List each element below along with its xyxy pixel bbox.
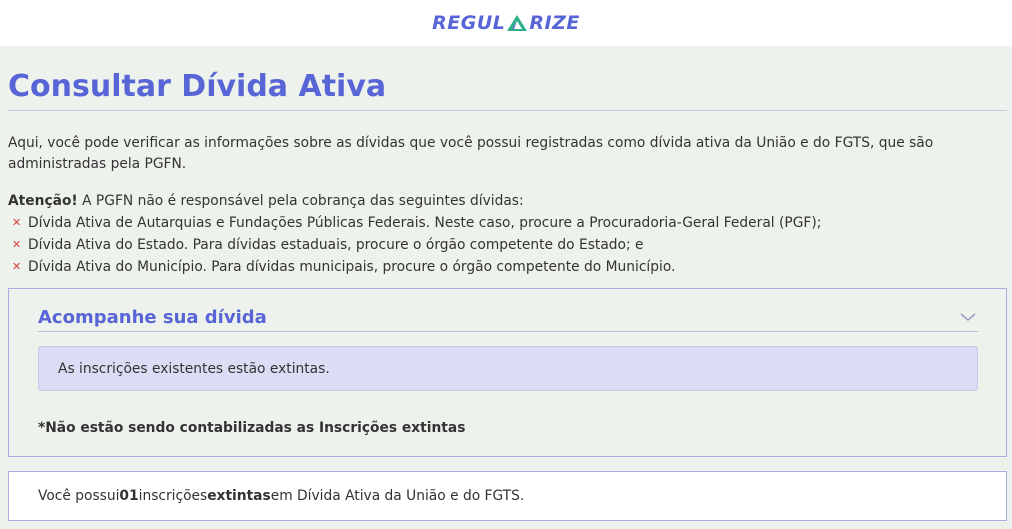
summary-status: extintas: [207, 488, 271, 504]
summary-box: Você possui 01 inscrições extintas em Dí…: [8, 471, 1007, 521]
warning-label: Atenção!: [8, 193, 78, 209]
warning-list: ✕ Dívida Ativa de Autarquias e Fundações…: [8, 212, 1007, 278]
summary-prefix: Você possui: [38, 488, 120, 504]
x-mark-icon: ✕: [12, 216, 22, 229]
x-mark-icon: ✕: [12, 260, 22, 273]
list-item: ✕ Dívida Ativa do Estado. Para dívidas e…: [8, 234, 1007, 256]
list-item: ✕ Dívida Ativa do Município. Para dívida…: [8, 256, 1007, 278]
regularize-logo[interactable]: REGUL RIZE: [432, 12, 580, 34]
footnote: *Não estão sendo contabilizadas as Inscr…: [38, 420, 466, 436]
warning-item-text: Dívida Ativa do Município. Para dívidas …: [28, 259, 676, 275]
page-title: Consultar Dívida Ativa: [8, 68, 1007, 111]
warning-text: A PGFN não é responsável pela cobrança d…: [77, 193, 524, 209]
warning-item-text: Dívida Ativa do Estado. Para dívidas est…: [28, 237, 644, 253]
warning-item-text: Dívida Ativa de Autarquias e Fundações P…: [28, 215, 822, 231]
panel-header-toggle[interactable]: Acompanhe sua dívida: [38, 303, 978, 332]
logo-text-left: REGUL: [432, 12, 506, 34]
logo-a-mark-icon: [507, 15, 528, 31]
warning-heading: Atenção! A PGFN não é responsável pela c…: [8, 190, 1007, 212]
debt-panel: Acompanhe sua dívida As inscrições exist…: [8, 288, 1007, 457]
summary-middle: inscrições: [138, 488, 208, 504]
x-mark-icon: ✕: [12, 238, 22, 251]
intro-text: Aqui, você pode verificar as informações…: [8, 135, 934, 172]
summary-count: 01: [119, 488, 139, 504]
main-content: Consultar Dívida Ativa Aqui, você pode v…: [8, 46, 1007, 278]
list-item: ✕ Dívida Ativa de Autarquias e Fundações…: [8, 212, 1007, 234]
summary-suffix: em Dívida Ativa da União e do FGTS.: [270, 488, 525, 504]
chevron-down-icon[interactable]: [960, 312, 976, 322]
panel-title: Acompanhe sua dívida: [38, 306, 267, 328]
top-bar: REGUL RIZE: [0, 0, 1012, 46]
extinct-notice: As inscrições existentes estão extintas.: [38, 346, 978, 391]
logo-text-right: RIZE: [529, 12, 580, 34]
warning-section: Atenção! A PGFN não é responsável pela c…: [8, 190, 1007, 278]
